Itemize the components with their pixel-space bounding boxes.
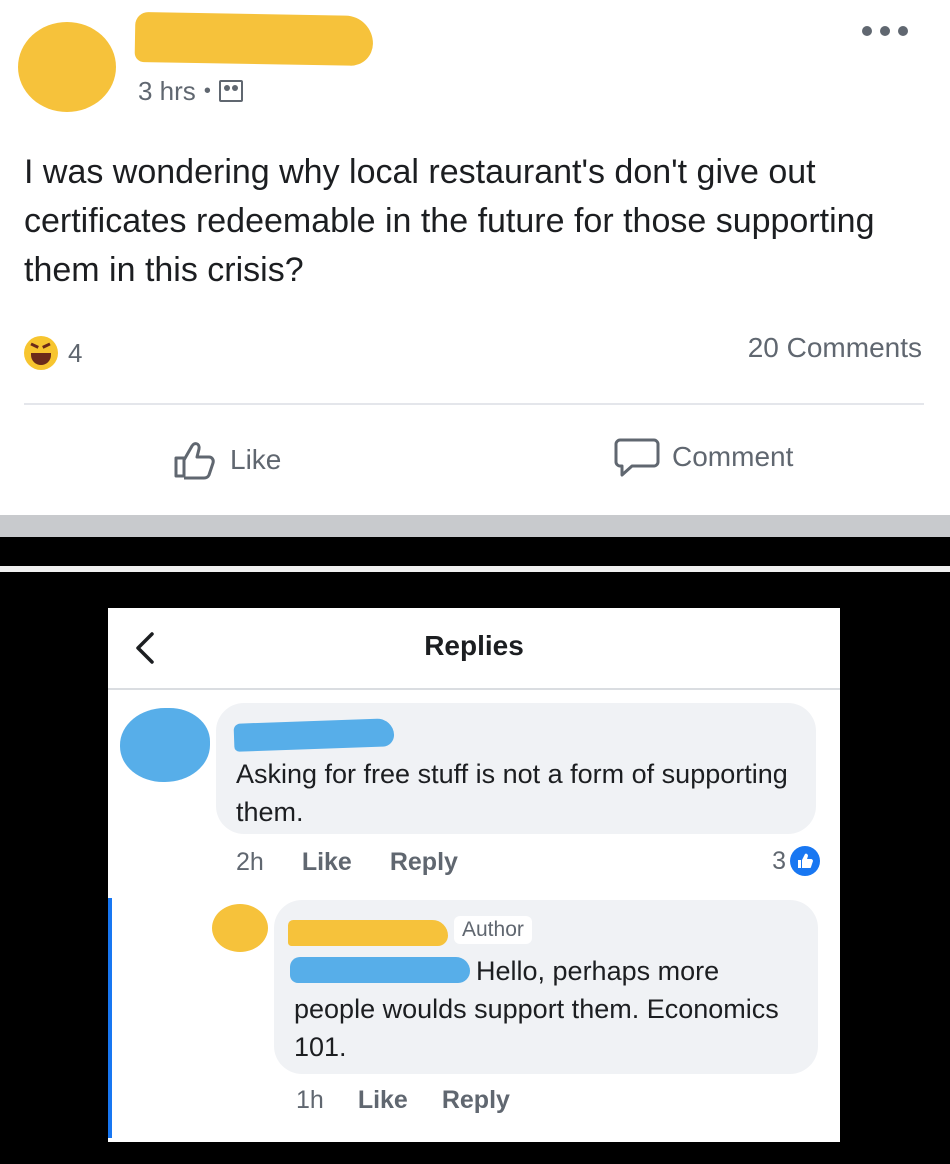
comment-button[interactable]: Comment	[614, 436, 793, 478]
haha-reaction-icon	[24, 336, 58, 370]
post-text: I was wondering why local restaurant's d…	[24, 153, 875, 289]
reply-author-name-redacted[interactable]	[288, 920, 448, 946]
replies-header: Replies	[108, 608, 840, 690]
comment-label: Comment	[672, 441, 794, 472]
author-avatar-redacted[interactable]	[18, 22, 116, 112]
friends-audience-icon[interactable]	[218, 80, 243, 102]
comment-like-count[interactable]: 3	[772, 846, 820, 876]
reply-reply-button[interactable]: Reply	[442, 1086, 510, 1115]
replies-panel: Replies Asking for free stuff is not a f…	[108, 608, 840, 1142]
screenshot-edge	[0, 515, 950, 537]
page-title: Replies	[424, 630, 524, 661]
author-reply-avatar-redacted[interactable]	[212, 904, 268, 952]
comments-count-link[interactable]: 20 Comments	[748, 332, 922, 364]
like-badge-icon	[790, 846, 820, 876]
post-time[interactable]: 3 hrs	[138, 76, 196, 107]
comment-like-button[interactable]: Like	[302, 848, 352, 877]
commenter-avatar-redacted[interactable]	[120, 708, 210, 782]
reaction-count: 4	[68, 337, 83, 368]
meta-separator: •	[203, 79, 211, 102]
post-meta: 3 hrs •	[138, 76, 243, 106]
comment-reply-button[interactable]: Reply	[390, 848, 458, 877]
reply-time[interactable]: 1h	[296, 1086, 324, 1115]
comment-bubble: Asking for free stuff is not a form of s…	[216, 703, 816, 834]
comment-text: Asking for free stuff is not a form of s…	[236, 759, 788, 827]
speech-bubble-icon	[614, 438, 660, 477]
reply-like-button[interactable]: Like	[358, 1086, 408, 1115]
reply-actions: 1h Like Reply	[296, 1086, 510, 1115]
like-button[interactable]: Like	[172, 440, 281, 480]
divider	[24, 403, 924, 405]
thread-indicator	[108, 898, 112, 1138]
thumbs-up-icon	[174, 442, 215, 480]
author-badge: Author	[454, 916, 532, 944]
reply-text: Hello, perhaps more people woulds suppor…	[294, 956, 779, 1062]
post-card: 3 hrs • I was wondering why local restau…	[0, 0, 950, 515]
commenter-name-redacted[interactable]	[233, 718, 395, 752]
reactions-summary[interactable]: 4	[24, 336, 82, 370]
screenshot-separator	[0, 566, 950, 572]
comment-actions: 2h Like Reply	[236, 848, 458, 877]
comment-like-number: 3	[772, 846, 786, 875]
author-name-redacted[interactable]	[134, 11, 374, 67]
reply-bubble: Author Hello, perhaps more people woulds…	[274, 900, 818, 1074]
comment-time[interactable]: 2h	[236, 848, 264, 877]
more-options-icon[interactable]	[862, 20, 908, 42]
like-label: Like	[230, 444, 282, 475]
